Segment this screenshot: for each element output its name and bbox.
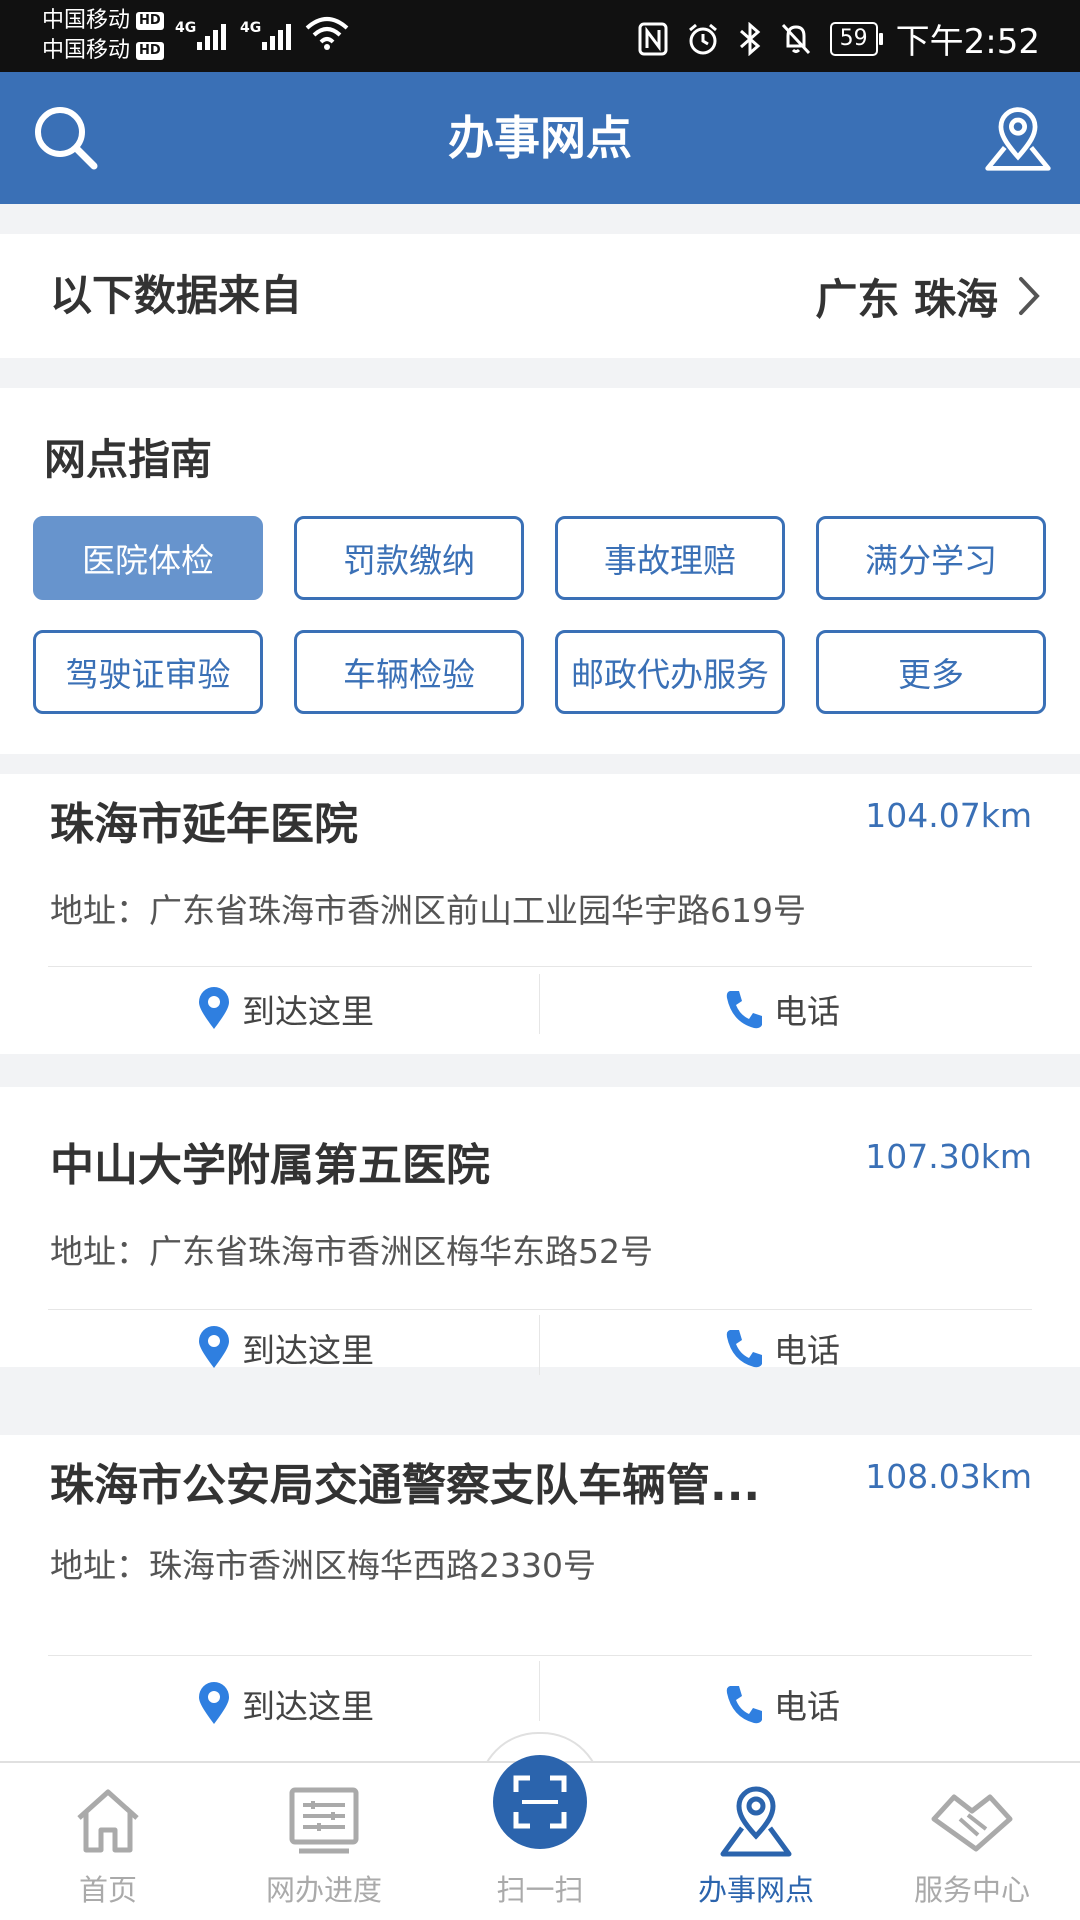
chip-accident-claim[interactable]: 事故理赔 <box>555 516 785 600</box>
carrier-info: 中国移动 HD 中国移动 HD <box>42 6 164 66</box>
chip-points-study[interactable]: 满分学习 <box>816 516 1046 600</box>
chip-postal-service[interactable]: 邮政代办服务 <box>555 630 785 714</box>
call-button[interactable]: 电话 <box>724 1313 840 1383</box>
location-button[interactable] <box>982 102 1054 174</box>
address: 地址：广东省珠海市香洲区前山工业园华宇路619号 <box>50 891 806 930</box>
top-bar: 办事网点 <box>0 72 1080 204</box>
navigate-button[interactable]: 到达这里 <box>196 974 374 1044</box>
phone-icon <box>726 1330 762 1368</box>
carrier-2: 中国移动 <box>42 38 131 63</box>
hd-badge: HD <box>136 42 164 60</box>
address: 地址：广东省珠海市香洲区梅华东路52号 <box>50 1232 653 1271</box>
home-icon <box>77 1789 139 1853</box>
map-pin-icon <box>720 1786 792 1857</box>
chevron-right-icon <box>1019 277 1040 315</box>
location-name: 中山大学附属第五医院 <box>50 1140 490 1191</box>
location-name: 珠海市公安局交通警察支队车辆管... <box>50 1460 761 1511</box>
category-chips: 医院体检 罚款缴纳 事故理赔 满分学习 驾驶证审验 车辆检验 邮政代办服务 更多 <box>33 516 1047 714</box>
page-title: 办事网点 <box>448 111 632 165</box>
signal-icon: 4G <box>240 20 291 50</box>
nav-label: 服务中心 <box>913 1873 1030 1907</box>
list-item[interactable]: 中山大学附属第五医院 107.30km 地址：广东省珠海市香洲区梅华东路52号 … <box>0 1087 1080 1375</box>
nav-home[interactable]: 首页 <box>0 1763 216 1920</box>
carrier-1: 中国移动 <box>42 8 131 33</box>
call-label: 电话 <box>774 1687 840 1726</box>
region-value: 广东 珠海 <box>815 274 998 324</box>
nav-service-locations[interactable]: 办事网点 <box>648 1763 864 1920</box>
nav-label: 扫一扫 <box>496 1873 584 1907</box>
divider <box>48 1655 1032 1656</box>
nav-label: 办事网点 <box>697 1873 814 1907</box>
call-label: 电话 <box>774 1331 840 1370</box>
bluetooth-icon <box>739 21 760 56</box>
status-bar: 中国移动 HD 中国移动 HD 4G 4G 59 下午2:52 <box>0 0 1080 72</box>
chip-license-review[interactable]: 驾驶证审验 <box>33 630 263 714</box>
chip-fine-payment[interactable]: 罚款缴纳 <box>294 516 524 600</box>
distance: 108.03km <box>865 1457 1032 1496</box>
chip-more[interactable]: 更多 <box>816 630 1046 714</box>
signal-indicators: 4G 4G <box>175 16 349 50</box>
region-selector[interactable]: 广东 珠海 <box>815 234 1040 358</box>
clock: 下午2:52 <box>895 22 1040 62</box>
nav-service-center[interactable]: 服务中心 <box>864 1763 1080 1920</box>
hd-badge: HD <box>136 12 164 30</box>
handshake-icon <box>931 1794 1013 1852</box>
wifi-icon <box>305 17 349 50</box>
location-pin-icon <box>199 1326 229 1368</box>
navigate-label: 到达这里 <box>242 1687 374 1726</box>
progress-icon <box>289 1787 359 1854</box>
mute-icon <box>781 23 810 54</box>
navigate-label: 到达这里 <box>242 1331 374 1370</box>
nav-progress[interactable]: 网办进度 <box>216 1763 432 1920</box>
scan-button[interactable] <box>493 1755 587 1849</box>
location-name: 珠海市延年医院 <box>50 799 358 850</box>
location-pin-icon <box>199 1682 229 1724</box>
divider <box>48 1309 1032 1310</box>
call-label: 电话 <box>774 992 840 1031</box>
scan-icon <box>513 1775 567 1829</box>
map-pin-icon <box>985 107 1051 171</box>
navigate-button[interactable]: 到达这里 <box>196 1313 374 1383</box>
chip-hospital-checkup[interactable]: 医院体检 <box>33 516 263 600</box>
divider <box>539 1661 540 1721</box>
phone-icon <box>726 1686 762 1724</box>
service-guide-section: 网点指南 医院体检 罚款缴纳 事故理赔 满分学习 驾驶证审验 车辆检验 邮政代办… <box>0 388 1080 754</box>
distance: 107.30km <box>865 1137 1032 1176</box>
chip-vehicle-inspection[interactable]: 车辆检验 <box>294 630 524 714</box>
list-item[interactable]: 珠海市公安局交通警察支队车辆管... 108.03km 地址：珠海市香洲区梅华西… <box>0 1435 1080 1761</box>
signal-icon: 4G <box>175 20 226 50</box>
divider <box>539 1315 540 1375</box>
alarm-icon <box>688 23 717 54</box>
address: 地址：珠海市香洲区梅华西路2330号 <box>50 1546 596 1585</box>
distance: 104.07km <box>865 796 1032 835</box>
status-right: 59 下午2:52 <box>638 14 1040 63</box>
battery-icon: 59 <box>829 21 883 56</box>
location-pin-icon <box>199 987 229 1029</box>
call-button[interactable]: 电话 <box>724 974 840 1044</box>
divider <box>48 966 1032 967</box>
call-button[interactable]: 电话 <box>724 1669 840 1739</box>
phone-icon <box>726 991 762 1029</box>
nfc-icon <box>638 22 668 55</box>
data-source-row[interactable]: 以下数据来自 广东 珠海 <box>0 234 1080 358</box>
list-item[interactable]: 珠海市延年医院 104.07km 地址：广东省珠海市香洲区前山工业园华宇路619… <box>0 774 1080 1054</box>
data-source-label: 以下数据来自 <box>50 271 303 320</box>
navigate-button[interactable]: 到达这里 <box>196 1669 374 1739</box>
divider <box>539 974 540 1034</box>
nav-label: 网办进度 <box>265 1873 382 1907</box>
navigate-label: 到达这里 <box>242 992 374 1031</box>
nav-label: 首页 <box>78 1873 137 1907</box>
section-title: 网点指南 <box>44 435 213 484</box>
